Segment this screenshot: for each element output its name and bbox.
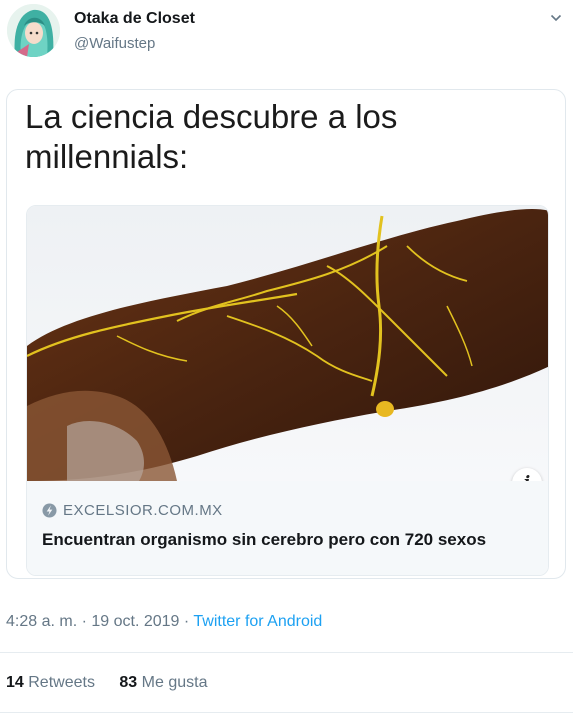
link-icon [42, 503, 57, 518]
tweet-header: Otaka de Closet @Waifustep [0, 0, 573, 78]
avatar-image [7, 4, 60, 57]
meme-text: La ciencia descubre a los millennials: [25, 98, 398, 175]
link-domain: EXCELSIOR.COM.MX [63, 502, 223, 519]
stats-row: 14 Retweets 83 Me gusta [6, 674, 227, 692]
link-image[interactable] [27, 206, 549, 481]
divider-bottom [0, 712, 573, 713]
avatar[interactable] [7, 4, 60, 57]
source-link[interactable]: Twitter for Android [193, 613, 322, 630]
timestamp-row: 4:28 a. m. · 19 oct. 2019 · Twitter for … [6, 613, 322, 631]
retweets-label: Retweets [28, 674, 95, 691]
retweets-count: 14 [6, 674, 24, 691]
likes-label: Me gusta [141, 674, 208, 691]
timestamp[interactable]: 4:28 a. m. · 19 oct. 2019 [6, 613, 179, 630]
display-name[interactable]: Otaka de Closet [74, 10, 195, 28]
link-preview-card[interactable]: i EXCELSIOR.COM.MX Encuentran organismo … [26, 205, 549, 576]
link-domain-row: EXCELSIOR.COM.MX [42, 502, 223, 519]
link-meta: EXCELSIOR.COM.MX Encuentran organismo si… [27, 481, 548, 575]
chevron-down-icon[interactable] [550, 12, 562, 24]
link-title[interactable]: Encuentran organismo sin cerebro pero co… [42, 529, 532, 551]
likes-count: 83 [119, 674, 138, 691]
user-handle[interactable]: @Waifustep [74, 35, 155, 52]
separator: · [179, 613, 194, 630]
divider [0, 652, 573, 653]
likes-stat[interactable]: 83 Me gusta [119, 674, 207, 692]
retweets-stat[interactable]: 14 Retweets [6, 674, 95, 692]
